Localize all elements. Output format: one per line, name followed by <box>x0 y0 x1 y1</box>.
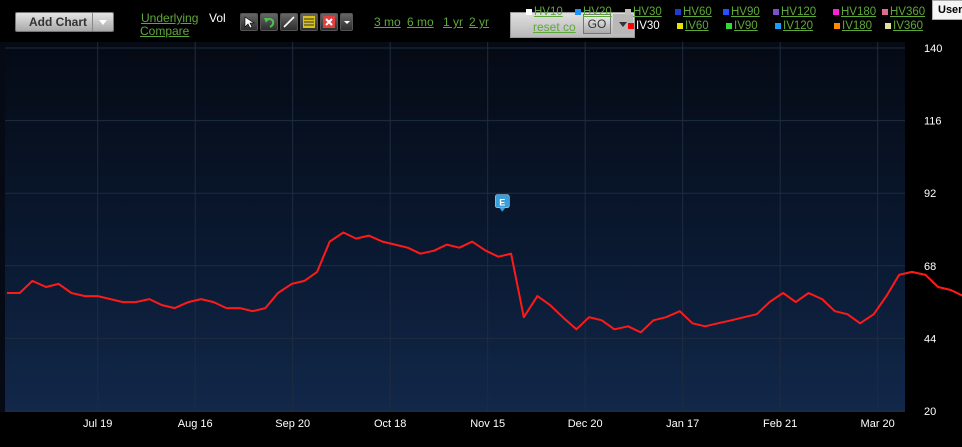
undo-tool[interactable] <box>260 13 278 31</box>
y-axis: 140 116 92 68 44 20 <box>924 43 942 418</box>
x-tick-label: Mar 20 <box>861 418 895 430</box>
y-tick-label: 116 <box>924 116 942 128</box>
x-tick-label: Oct 18 <box>374 418 406 430</box>
chevron-down-icon <box>99 20 107 25</box>
series-color-swatch <box>677 23 683 29</box>
chevron-down-icon <box>344 21 350 24</box>
iv-chart: EEE 140 116 92 68 44 20 Jul 19 Aug 16 Sep 20 Oct… <box>5 42 962 430</box>
series-color-swatch <box>834 23 840 29</box>
vol-option-label: HV180 <box>841 6 877 18</box>
y-tick-label: 44 <box>924 333 936 345</box>
vol-option-label: HV30 <box>633 6 662 18</box>
x-tick-label: Dec 20 <box>568 418 603 430</box>
undo-icon <box>264 18 275 28</box>
vol-option-label: HV120 <box>781 6 817 18</box>
vol-option-label: IV60 <box>685 20 709 32</box>
delete-tool[interactable] <box>320 13 338 31</box>
range-1yr[interactable]: 1 yr <box>443 15 463 29</box>
x-tick-label: Nov 15 <box>470 418 505 430</box>
iv30-line <box>7 231 962 334</box>
x-tick-label: Aug 16 <box>178 418 213 430</box>
fib-tool[interactable] <box>300 13 318 31</box>
compare-link[interactable]: Compare <box>140 24 189 38</box>
chevron-down-icon <box>619 22 627 27</box>
pointer-tool[interactable] <box>240 13 258 31</box>
vol-option-label: HV360 <box>890 6 926 18</box>
vol-option-label: HV90 <box>731 6 760 18</box>
iv30-series <box>7 231 962 334</box>
series-color-swatch <box>833 9 839 15</box>
add-chart-button[interactable]: Add Chart <box>15 12 114 32</box>
y-tick-label: 92 <box>924 188 936 200</box>
series-color-swatch <box>675 9 681 15</box>
y-tick-label: 140 <box>924 43 942 55</box>
app-window: EEE 140 116 92 68 44 20 Jul 19 Aug 16 Sep 20 Oct… <box>0 0 962 447</box>
vol-option-label: IV180 <box>842 20 873 32</box>
line-tool[interactable] <box>280 13 298 31</box>
series-color-swatch <box>625 9 631 15</box>
x-tick-label: Jan 17 <box>666 418 699 430</box>
reset-link[interactable]: reset co <box>533 20 576 34</box>
trend-line-icon <box>283 16 295 28</box>
cursor-icon <box>244 16 255 29</box>
underlying-link[interactable]: Underlying <box>141 11 198 25</box>
x-tick-label: Sep 20 <box>275 418 310 430</box>
toolbar: Add Chart Underlying Compare Vol 3 mo 6 … <box>0 0 962 42</box>
x-axis: Jul 19 Aug 16 Sep 20 Oct 18 Nov 15 Dec 20 Jan … <box>83 418 895 430</box>
y-tick-label: 20 <box>924 406 936 418</box>
range-2yr[interactable]: 2 yr <box>469 15 489 29</box>
series-color-swatch <box>882 9 888 15</box>
range-3mo[interactable]: 3 mo <box>374 15 401 29</box>
range-6mo[interactable]: 6 mo <box>407 15 434 29</box>
vol-option-label: IV30 <box>636 20 660 32</box>
series-color-swatch <box>575 9 581 15</box>
series-color-swatch <box>723 9 729 15</box>
series-color-swatch <box>628 23 634 29</box>
series-color-swatch <box>526 9 532 15</box>
tools-dropdown[interactable] <box>340 13 353 31</box>
vol-option-label: IV90 <box>734 20 758 32</box>
vol-option-label: HV60 <box>683 6 712 18</box>
x-tick-label: Jul 19 <box>83 418 112 430</box>
series-color-swatch <box>726 23 732 29</box>
close-icon <box>323 16 335 28</box>
series-color-swatch <box>773 9 779 15</box>
earnings-markers: EEE <box>494 194 510 212</box>
add-chart-label: Add Chart <box>29 15 87 29</box>
grid-lines <box>5 42 905 412</box>
user-tab[interactable]: User <box>932 0 962 20</box>
series-color-swatch <box>775 23 781 29</box>
vol-option-label: HV20 <box>583 6 612 18</box>
earnings-marker-label: E <box>499 198 505 208</box>
earnings-marker[interactable]: E <box>494 194 510 212</box>
x-tick-label: Feb 21 <box>763 418 797 430</box>
add-chart-dropdown[interactable] <box>92 13 113 31</box>
horizontal-lines-icon <box>303 16 315 28</box>
series-color-swatch <box>885 23 891 29</box>
vol-label: Vol <box>209 11 226 25</box>
vol-option-label: HV10 <box>534 6 563 18</box>
vol-option-label: IV360 <box>893 20 924 32</box>
y-tick-label: 68 <box>924 261 936 273</box>
vol-option-label: IV120 <box>783 20 814 32</box>
